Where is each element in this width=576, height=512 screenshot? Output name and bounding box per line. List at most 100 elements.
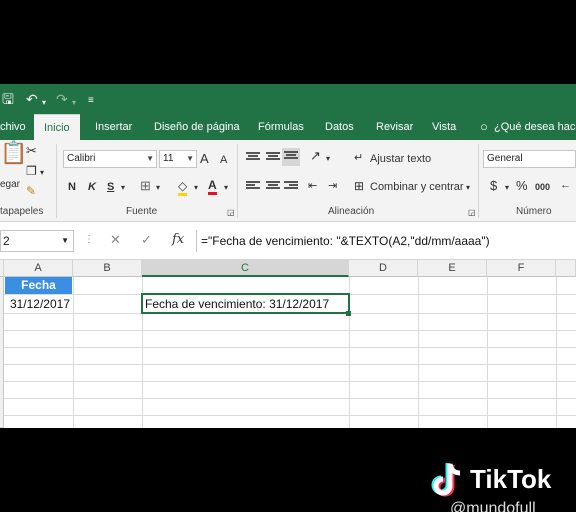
title-bar: 🖫 ↶ ▾ ↷ ▾ ≡: [0, 84, 576, 114]
wrap-text-button[interactable]: Ajustar texto: [370, 152, 431, 166]
increase-decimal-icon[interactable]: ←: [560, 178, 571, 192]
tiktok-handle: @mundofull: [450, 500, 536, 512]
gridline: [556, 277, 557, 428]
tab-diseno-pagina[interactable]: Diseño de página: [154, 114, 240, 140]
group-label-font: Fuente: [126, 206, 158, 217]
number-format-select[interactable]: General: [483, 150, 576, 168]
align-right-icon[interactable]: [284, 181, 298, 193]
merge-center-button[interactable]: Combinar y centrar: [370, 180, 464, 194]
column-header-d[interactable]: D: [349, 260, 418, 277]
tiktok-brand: TikTok: [470, 464, 552, 494]
copy-icon[interactable]: ❐: [26, 164, 37, 178]
cell-a1[interactable]: Fecha: [5, 277, 72, 294]
thousands-separator-button[interactable]: 000: [535, 180, 550, 194]
row-headers[interactable]: [0, 277, 4, 428]
align-top-icon[interactable]: [246, 152, 260, 164]
percent-button[interactable]: %: [516, 179, 528, 193]
redo-dropdown-icon[interactable]: ▾: [72, 94, 76, 112]
undo-icon[interactable]: ↶: [26, 90, 38, 108]
merge-dropdown-icon[interactable]: ▾: [466, 181, 470, 195]
ribbon-tabs: chivo Inicio Insertar Diseño de página F…: [0, 114, 576, 140]
gridline: [73, 277, 74, 428]
font-color-dropdown-icon[interactable]: ▾: [224, 181, 228, 195]
copy-dropdown-icon[interactable]: ▾: [40, 166, 44, 180]
insert-function-button[interactable]: fx: [172, 232, 184, 247]
underline-button[interactable]: S: [107, 180, 114, 194]
increase-indent-icon[interactable]: ⇥: [328, 179, 337, 193]
save-icon[interactable]: 🖫: [2, 90, 14, 108]
gridline: [4, 330, 576, 331]
active-cell-border: [141, 293, 350, 314]
tab-revisar[interactable]: Revisar: [376, 114, 413, 140]
font-color-button[interactable]: A: [208, 178, 217, 195]
column-header-b[interactable]: B: [73, 260, 142, 277]
worksheet-grid[interactable]: A B C D E F Fecha 31/12/2017 Fecha de ve…: [0, 260, 576, 428]
gridline: [4, 415, 576, 416]
undo-dropdown-icon[interactable]: ▾: [42, 94, 46, 112]
bold-button[interactable]: N: [68, 180, 76, 194]
group-label-number: Número: [516, 206, 552, 217]
borders-dropdown-icon[interactable]: ▾: [156, 181, 160, 195]
formula-bar: 2 ▼ ⋮ ✕ ✓ fx ="Fecha de vencimiento: "&TE…: [0, 222, 576, 260]
cancel-icon[interactable]: ✕: [110, 232, 121, 248]
gridline: [4, 347, 576, 348]
align-bottom-icon[interactable]: [282, 148, 300, 166]
tab-archivo[interactable]: chivo: [0, 114, 26, 140]
column-header-e[interactable]: E: [418, 260, 487, 277]
gridline: [487, 277, 488, 428]
tell-me-search[interactable]: ¿Qué desea hacer?: [494, 114, 576, 140]
format-painter-icon[interactable]: ✎: [26, 184, 36, 198]
cell-a2[interactable]: 31/12/2017: [5, 294, 72, 313]
paste-label[interactable]: egar: [0, 178, 20, 192]
gridline: [4, 381, 576, 382]
name-box[interactable]: 2 ▼: [0, 230, 74, 252]
tab-datos[interactable]: Datos: [325, 114, 354, 140]
grow-font-button[interactable]: A: [200, 152, 209, 166]
paste-icon[interactable]: 📋: [0, 142, 27, 164]
group-label-clipboard: tapapeles: [0, 206, 44, 217]
currency-button[interactable]: $: [490, 179, 497, 193]
tab-inicio[interactable]: Inicio: [34, 114, 80, 140]
more-icon: ⋮: [84, 234, 94, 245]
cut-icon[interactable]: ✂: [26, 144, 37, 158]
font-size-select[interactable]: 11 ▼: [159, 150, 197, 168]
redo-icon[interactable]: ↷: [56, 90, 68, 108]
chevron-down-icon: ▼: [146, 154, 154, 163]
customize-toolbar-icon[interactable]: ≡: [88, 92, 94, 110]
underline-dropdown-icon[interactable]: ▾: [121, 181, 125, 195]
column-header-a[interactable]: A: [4, 260, 73, 277]
separator: [478, 144, 479, 218]
align-middle-icon[interactable]: [266, 152, 280, 164]
formula-input[interactable]: ="Fecha de vencimiento: "&TEXTO(A2,"dd/m…: [196, 230, 576, 252]
font-name-select[interactable]: Calibri ▼: [63, 150, 157, 168]
shrink-font-button[interactable]: A: [220, 153, 227, 167]
decrease-indent-icon[interactable]: ⇤: [308, 179, 317, 193]
fill-color-icon[interactable]: ◇: [178, 179, 188, 196]
chevron-down-icon: ▼: [61, 236, 69, 245]
italic-button[interactable]: K: [88, 180, 96, 194]
tab-vista[interactable]: Vista: [432, 114, 456, 140]
align-center-icon[interactable]: [266, 181, 280, 193]
currency-dropdown-icon[interactable]: ▾: [505, 181, 509, 195]
fill-color-dropdown-icon[interactable]: ▾: [194, 181, 198, 195]
column-header-f[interactable]: F: [487, 260, 556, 277]
font-dialog-launcher-icon[interactable]: ◲: [227, 206, 235, 220]
orientation-icon[interactable]: ↗: [310, 149, 321, 163]
orientation-dropdown-icon[interactable]: ▾: [326, 152, 330, 166]
fill-handle[interactable]: [346, 311, 351, 316]
align-left-icon[interactable]: [246, 181, 260, 193]
wrap-text-icon[interactable]: ↵: [354, 151, 363, 165]
group-label-alignment: Alineación: [328, 206, 375, 217]
gridline: [418, 277, 419, 428]
tiktok-watermark: TikTok: [430, 460, 551, 500]
alignment-dialog-launcher-icon[interactable]: ◲: [468, 206, 476, 220]
column-header-g[interactable]: [556, 260, 576, 277]
separator: [56, 144, 57, 218]
merge-center-icon[interactable]: ⊞: [354, 179, 364, 193]
enter-icon[interactable]: ✓: [141, 232, 152, 248]
column-header-c[interactable]: C: [142, 260, 349, 277]
tab-insertar[interactable]: Insertar: [95, 114, 132, 140]
tiktok-logo-icon: [431, 463, 461, 497]
borders-icon[interactable]: ⊞: [140, 179, 151, 193]
tab-formulas[interactable]: Fórmulas: [258, 114, 304, 140]
